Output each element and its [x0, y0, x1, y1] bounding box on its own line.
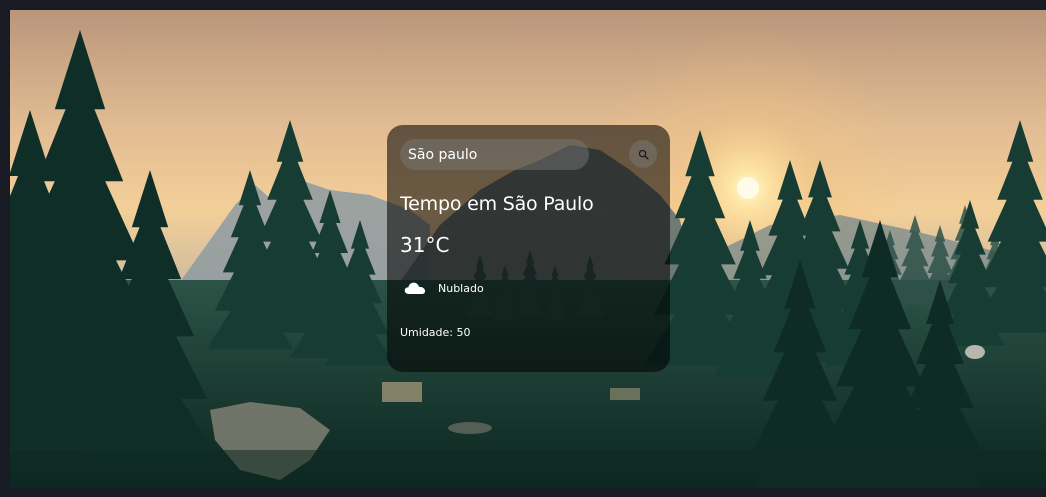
weather-title: Tempo em São Paulo [400, 193, 594, 215]
weather-card: Tempo em São Paulo 31°C Nublado Umidade:… [387, 125, 670, 372]
cloud-icon [404, 282, 426, 294]
app-frame: Tempo em São Paulo 31°C Nublado Umidade:… [10, 10, 1046, 488]
search-button[interactable] [629, 140, 657, 168]
condition-text: Nublado [438, 281, 484, 295]
temperature: 31°C [400, 233, 450, 257]
search-icon [638, 149, 649, 160]
condition-row: Nublado [404, 278, 484, 298]
city-search-input[interactable] [400, 139, 589, 170]
humidity: Umidade: 50 [400, 326, 471, 339]
